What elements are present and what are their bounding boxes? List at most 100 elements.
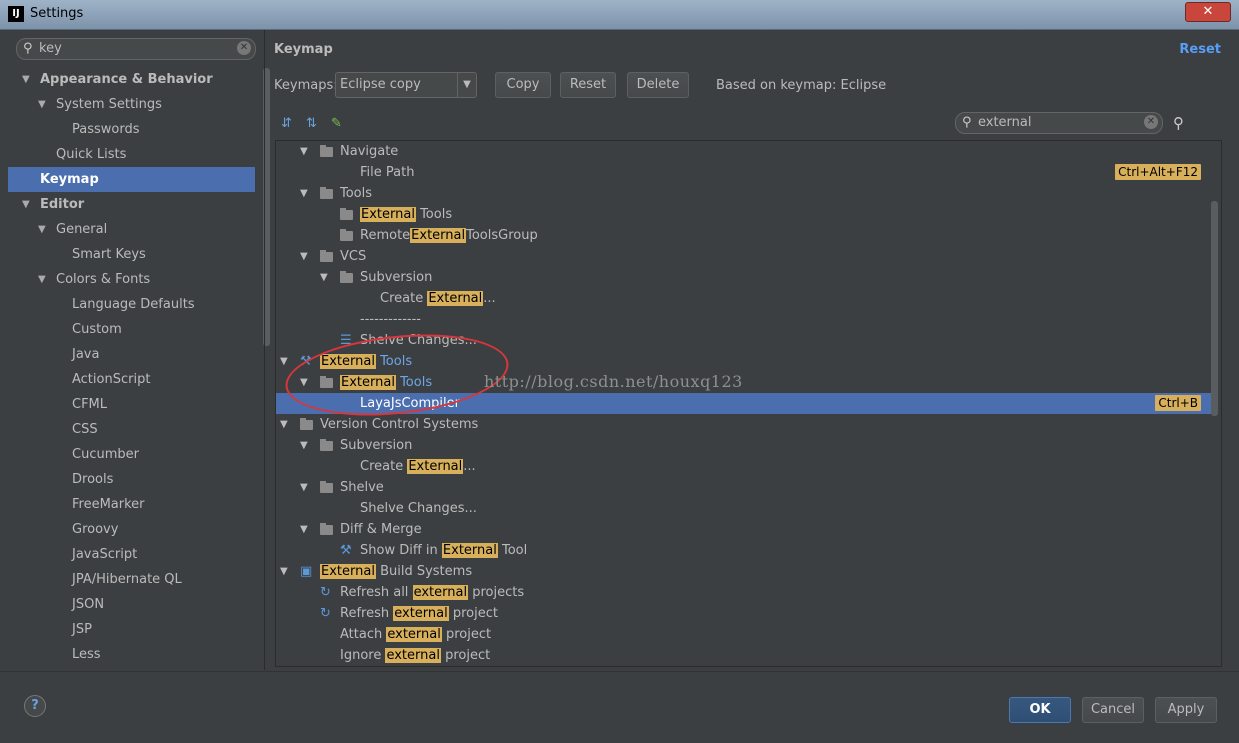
expand-arrow-icon[interactable]: ▼: [38, 92, 46, 117]
action-label-text: Subversion: [360, 270, 433, 285]
sidebar-item[interactable]: Language Defaults: [8, 292, 255, 317]
action-row[interactable]: Ignore external project: [276, 645, 1211, 666]
sidebar-item-label: CFML: [72, 397, 108, 412]
cancel-button[interactable]: Cancel: [1082, 697, 1144, 723]
apply-button[interactable]: Apply: [1155, 697, 1217, 723]
action-row[interactable]: External Tools: [276, 204, 1211, 225]
expand-arrow-icon[interactable]: ▼: [38, 267, 46, 292]
sidebar-item[interactable]: JSP: [8, 617, 255, 642]
action-label: Subversion: [360, 267, 432, 288]
window-close-button[interactable]: ✕: [1185, 2, 1231, 22]
action-row[interactable]: ▼ ▣ External Build Systems: [276, 561, 1211, 582]
page-title: Keymap: [274, 42, 333, 57]
help-button[interactable]: ?: [24, 695, 46, 717]
sidebar-item[interactable]: Keymap: [8, 167, 255, 192]
collapse-all-icon[interactable]: ⇅: [306, 116, 317, 131]
action-row[interactable]: ▼ Shelve: [276, 477, 1211, 498]
action-row[interactable]: ▼ VCS: [276, 246, 1211, 267]
action-label: External Tools: [360, 204, 452, 225]
action-row[interactable]: ▼ Tools: [276, 183, 1211, 204]
sidebar-item[interactable]: Groovy: [8, 517, 255, 542]
action-row[interactable]: ↻ Refresh all external projects: [276, 582, 1211, 603]
expand-arrow-icon[interactable]: ▼: [300, 519, 308, 540]
action-label-text: Version Control Systems: [320, 417, 479, 432]
action-label-text: Create: [360, 459, 408, 474]
action-label: Shelve Changes...: [360, 498, 477, 519]
action-row[interactable]: ▼ Subversion: [276, 267, 1211, 288]
sidebar-item[interactable]: CFML: [8, 392, 255, 417]
clear-filter-icon[interactable]: ✕: [1144, 115, 1158, 129]
sidebar-item[interactable]: Quick Lists: [8, 142, 255, 167]
sidebar-item[interactable]: ▼ General: [8, 217, 255, 242]
action-row[interactable]: Create External...: [276, 288, 1211, 309]
expand-arrow-icon[interactable]: ▼: [22, 67, 30, 92]
sidebar-item-label: Editor: [40, 197, 85, 212]
chevron-down-icon[interactable]: ▼: [457, 73, 476, 97]
action-row[interactable]: ▼ Diff & Merge: [276, 519, 1211, 540]
keymap-filter-input[interactable]: ⚲ external ✕: [955, 112, 1163, 134]
action-label: Shelve: [340, 477, 384, 498]
sidebar-item[interactable]: Cucumber: [8, 442, 255, 467]
folder-icon: [320, 523, 333, 535]
action-row[interactable]: Create External...: [276, 456, 1211, 477]
sidebar-item[interactable]: ActionScript: [8, 367, 255, 392]
sidebar-item-label: Groovy: [72, 522, 119, 537]
expand-arrow-icon[interactable]: ▼: [300, 435, 308, 456]
action-label-text: File Path: [360, 165, 415, 180]
sidebar-item[interactable]: ▼ Colors & Fonts: [8, 267, 255, 292]
clear-search-icon[interactable]: ✕: [237, 41, 251, 55]
expand-arrow-icon[interactable]: ▼: [300, 477, 308, 498]
reset-button[interactable]: Reset: [560, 72, 616, 98]
expand-arrow-icon[interactable]: ▼: [22, 192, 30, 217]
expand-arrow-icon[interactable]: ▼: [300, 141, 308, 162]
sidebar-item[interactable]: Passwords: [8, 117, 255, 142]
expand-all-icon[interactable]: ⇵: [281, 116, 292, 131]
expand-arrow-icon[interactable]: ▼: [280, 351, 288, 372]
delete-button[interactable]: Delete: [627, 72, 689, 98]
sidebar-item[interactable]: Drools: [8, 467, 255, 492]
action-row[interactable]: ▼ Subversion: [276, 435, 1211, 456]
action-row[interactable]: Attach external project: [276, 624, 1211, 645]
folder-icon: [320, 481, 333, 493]
action-row[interactable]: File Path Ctrl+Alt+F12: [276, 162, 1211, 183]
search-match-highlight: external: [386, 627, 442, 642]
action-label-text: Subversion: [340, 438, 413, 453]
find-shortcut-icon[interactable]: ⚲: [1173, 114, 1184, 132]
sidebar-item[interactable]: JSON: [8, 592, 255, 617]
expand-arrow-icon[interactable]: ▼: [280, 414, 288, 435]
search-match-highlight: external: [393, 606, 449, 621]
sidebar-item[interactable]: Custom: [8, 317, 255, 342]
action-label-text: Shelve: [340, 480, 384, 495]
settings-search-input[interactable]: ⚲ key ✕: [16, 38, 256, 60]
action-row[interactable]: ⚒ Show Diff in External Tool: [276, 540, 1211, 561]
sidebar-item[interactable]: ▼ Editor: [8, 192, 255, 217]
sidebar-item[interactable]: Smart Keys: [8, 242, 255, 267]
action-row[interactable]: RemoteExternalToolsGroup: [276, 225, 1211, 246]
copy-button[interactable]: Copy: [495, 72, 551, 98]
action-row[interactable]: -------------: [276, 309, 1211, 330]
sidebar-item[interactable]: CSS: [8, 417, 255, 442]
expand-arrow-icon[interactable]: ▼: [320, 267, 328, 288]
sidebar-item[interactable]: Less: [8, 642, 255, 667]
expand-arrow-icon[interactable]: ▼: [280, 561, 288, 582]
shortcut-badge: Ctrl+B: [1155, 395, 1201, 411]
sidebar-item[interactable]: JavaScript: [8, 542, 255, 567]
keymap-select[interactable]: Eclipse copy ▼: [335, 72, 477, 98]
action-row[interactable]: ▼ Navigate: [276, 141, 1211, 162]
sidebar-item[interactable]: JPA/Hibernate QL: [8, 567, 255, 592]
sidebar-item[interactable]: ▼ System Settings: [8, 92, 255, 117]
expand-arrow-icon[interactable]: ▼: [300, 183, 308, 204]
action-tree-scrollbar[interactable]: [1211, 201, 1218, 416]
reset-link[interactable]: Reset: [1179, 42, 1221, 57]
edit-pencil-icon[interactable]: ✎: [331, 116, 342, 131]
sidebar-item[interactable]: FreeMarker: [8, 492, 255, 517]
action-row[interactable]: ↻ Refresh external project: [276, 603, 1211, 624]
action-row[interactable]: ▼ Version Control Systems: [276, 414, 1211, 435]
sidebar-item[interactable]: Java: [8, 342, 255, 367]
action-label: Show Diff in External Tool: [360, 540, 527, 561]
sidebar-item[interactable]: ▼ Appearance & Behavior: [8, 67, 255, 92]
expand-arrow-icon[interactable]: ▼: [38, 217, 46, 242]
expand-arrow-icon[interactable]: ▼: [300, 246, 308, 267]
ok-button[interactable]: OK: [1009, 697, 1071, 723]
action-row[interactable]: Shelve Changes...: [276, 498, 1211, 519]
